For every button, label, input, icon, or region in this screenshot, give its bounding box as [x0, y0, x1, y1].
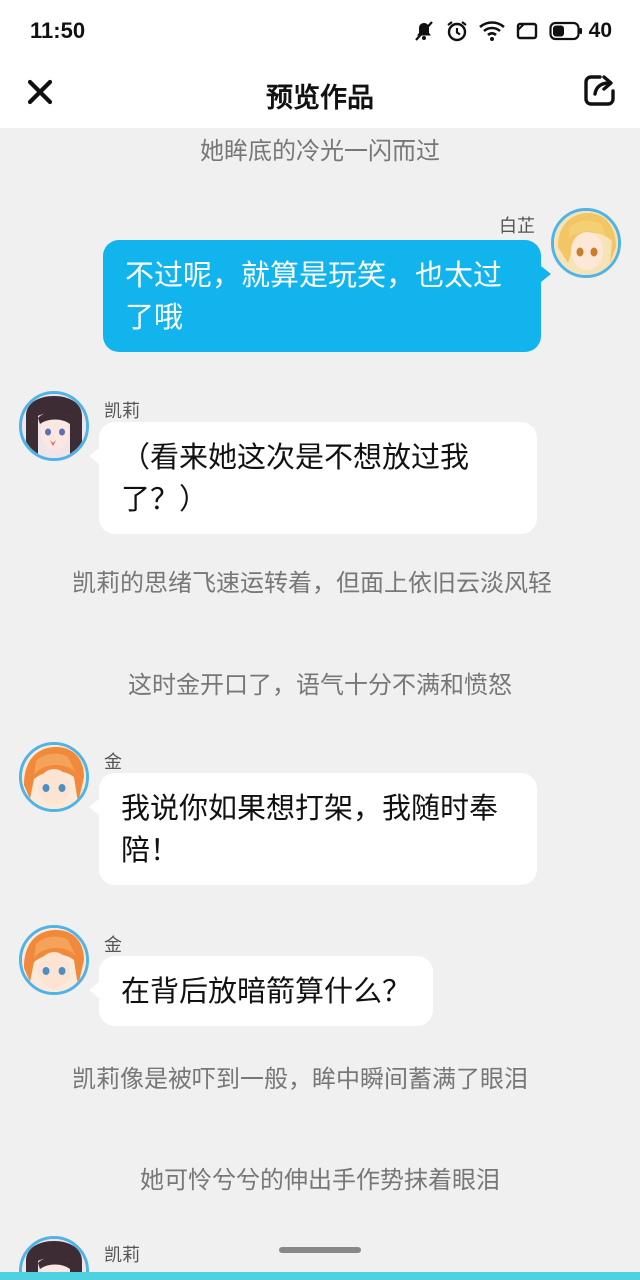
avatar[interactable]	[19, 925, 89, 995]
status-icons: 40	[413, 19, 612, 43]
page-title: 预览作品	[266, 82, 374, 114]
share-button[interactable]	[580, 72, 620, 112]
battery-icon	[549, 21, 583, 41]
avatar[interactable]	[19, 742, 89, 812]
speaker-name: 凯莉	[104, 1245, 140, 1266]
share-icon	[582, 72, 618, 112]
message-bubble[interactable]: 在背后放暗箭算什么？	[88, 956, 434, 1026]
close-button[interactable]	[22, 76, 58, 112]
mute-icon	[413, 20, 435, 42]
speaker-name: 金	[104, 935, 122, 956]
speaker-name: 金	[104, 752, 122, 773]
alarm-icon	[445, 19, 469, 43]
avatar[interactable]	[19, 391, 89, 461]
narration-text: 凯莉的思绪飞速运转着，但面上依旧云淡风轻	[72, 569, 552, 597]
narration-text: 她眸底的冷光一闪而过	[200, 137, 440, 165]
speaker-name: 凯莉	[104, 401, 140, 422]
home-indicator[interactable]	[279, 1247, 361, 1253]
message-bubble[interactable]: 不过呢，就算是玩笑，也太过了哦	[103, 240, 551, 352]
narration-text: 她可怜兮兮的伸出手作势抹着眼泪	[140, 1166, 500, 1194]
narration-text: 凯莉像是被吓到一般，眸中瞬间蓄满了眼泪	[72, 1065, 528, 1093]
battery-level: 40	[588, 19, 612, 42]
avatar[interactable]	[551, 208, 621, 278]
status-bar: 11:50 40	[0, 0, 640, 62]
narration-text: 这时金开口了，语气十分不满和愤怒	[128, 671, 512, 699]
message-bubble[interactable]: （看来她这次是不想放过我了？）	[89, 422, 537, 534]
message-bubble[interactable]: 我说你如果想打架，我随时奉陪！	[89, 773, 537, 885]
close-icon	[27, 79, 53, 109]
nav-bar: 预览作品	[0, 62, 640, 128]
status-time: 11:50	[30, 18, 86, 43]
wifi-icon	[478, 20, 505, 42]
screen-icon	[515, 20, 539, 42]
speaker-name: 白芷	[499, 216, 535, 237]
story-preview[interactable]: 她眸底的冷光一闪而过 白芷 不过呢，就算是玩笑，也太过了哦 凯莉 （看来她这次是…	[0, 128, 640, 1280]
bottom-accent-bar	[0, 1272, 640, 1280]
